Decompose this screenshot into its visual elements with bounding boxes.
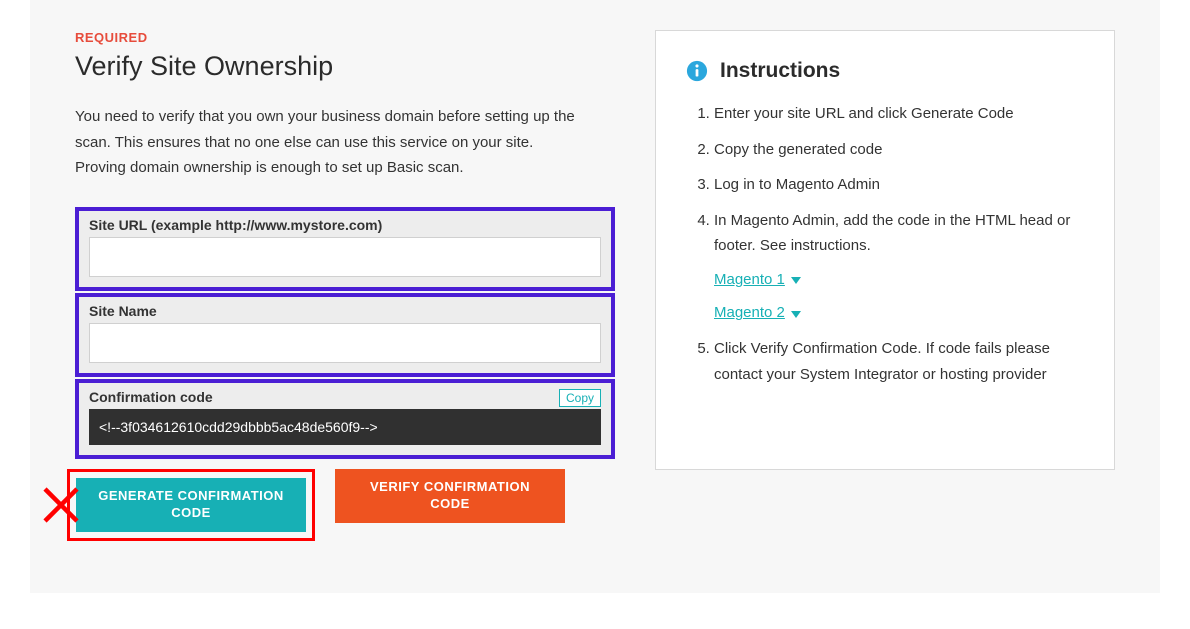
instructions-panel: Instructions Enter your site URL and cli… <box>655 30 1115 470</box>
instruction-sublinks: Magento 1 Magento 2 <box>714 267 1084 327</box>
site-name-label: Site Name <box>89 303 601 319</box>
required-badge: REQUIRED <box>75 30 615 45</box>
confirmation-code-wrap: Confirmation code Copy <!--3f034612610cd… <box>75 379 615 459</box>
instruction-step-3: Log in to Magento Admin <box>714 172 1084 198</box>
site-url-label: Site URL (example http://www.mystore.com… <box>89 217 601 233</box>
instruction-step-5: Click Verify Confirmation Code. If code … <box>714 336 1084 387</box>
instruction-step-2: Copy the generated code <box>714 137 1084 163</box>
page-title: Verify Site Ownership <box>75 51 615 82</box>
site-url-field-wrap: Site URL (example http://www.mystore.com… <box>75 207 615 291</box>
magento1-link[interactable]: Magento 1 <box>714 271 785 288</box>
description-text: You need to verify that you own your bus… <box>75 104 585 181</box>
buttons-row: GENERATE CONFIRMATION CODE VERIFY CONFIR… <box>75 469 615 541</box>
cross-out-icon <box>43 487 79 523</box>
instruction-step-4: In Magento Admin, add the code in the HT… <box>714 208 1084 327</box>
copy-button[interactable]: Copy <box>559 389 601 407</box>
content-panel: REQUIRED Verify Site Ownership You need … <box>30 0 1160 593</box>
verify-form: REQUIRED Verify Site Ownership You need … <box>75 30 615 563</box>
instructions-list: Enter your site URL and click Generate C… <box>686 101 1084 387</box>
magento2-link[interactable]: Magento 2 <box>714 304 785 321</box>
verify-confirmation-button[interactable]: VERIFY CONFIRMATION CODE <box>335 469 565 523</box>
caret-down-icon <box>791 267 801 293</box>
caret-down-icon <box>791 301 801 327</box>
generate-highlight: GENERATE CONFIRMATION CODE <box>67 469 315 541</box>
info-icon <box>686 60 708 82</box>
confirmation-code-value: <!--3f034612610cdd29dbbb5ac48de560f9--> <box>89 409 601 445</box>
instruction-step-4-text: In Magento Admin, add the code in the HT… <box>714 212 1070 255</box>
site-name-input[interactable] <box>89 323 601 363</box>
instruction-step-1: Enter your site URL and click Generate C… <box>714 101 1084 127</box>
instructions-header: Instructions <box>686 59 1084 83</box>
site-url-input[interactable] <box>89 237 601 277</box>
confirmation-code-label: Confirmation code <box>89 389 601 405</box>
generate-confirmation-button[interactable]: GENERATE CONFIRMATION CODE <box>76 478 306 532</box>
site-name-field-wrap: Site Name <box>75 293 615 377</box>
instructions-title: Instructions <box>720 59 840 83</box>
instructions-column: Instructions Enter your site URL and cli… <box>655 30 1115 563</box>
